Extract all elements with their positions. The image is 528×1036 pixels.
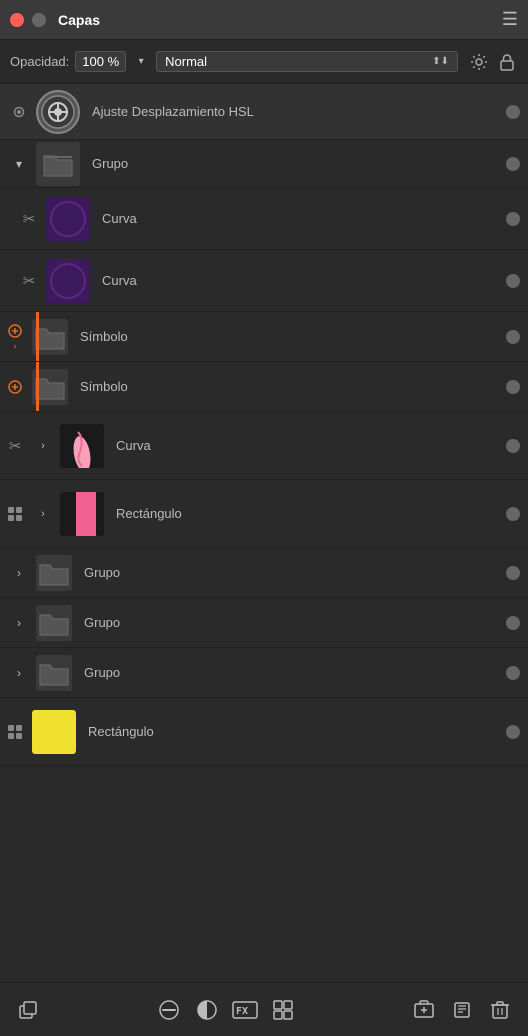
layer-dot — [506, 380, 520, 394]
expand-icon[interactable]: › — [8, 666, 30, 680]
header-left: Capas — [10, 12, 100, 28]
delete-button[interactable] — [486, 996, 514, 1024]
layer-row[interactable]: › Símbolo — [0, 312, 528, 362]
copy-layer-button[interactable] — [14, 996, 42, 1024]
opacity-dropdown-arrow[interactable]: ▾ — [132, 53, 150, 71]
scissors-icon: ✂ — [4, 437, 26, 455]
new-layer-button[interactable] — [155, 996, 183, 1024]
layer-name: Rectángulo — [82, 724, 500, 739]
panel-title: Capas — [58, 12, 100, 28]
toolbar-right — [410, 996, 514, 1024]
lock-icon[interactable] — [496, 51, 518, 73]
blend-mode-selector[interactable]: Normal ⬆⬇ — [156, 51, 458, 72]
layer-thumbnail — [36, 605, 72, 641]
layer-thumbnail — [46, 197, 90, 241]
grid-icon — [4, 506, 26, 522]
expand-icon[interactable]: › — [32, 508, 54, 520]
bottom-toolbar: FX — [0, 982, 528, 1036]
layer-name: Grupo — [86, 156, 500, 171]
opacity-label: Opacidad: — [10, 54, 69, 69]
toolbar-center: FX — [155, 996, 297, 1024]
layer-thumbnail — [36, 142, 80, 186]
opacity-value[interactable]: 100 % — [75, 51, 126, 72]
layer-thumbnail — [46, 259, 90, 303]
layer-row[interactable]: › Grupo — [0, 598, 528, 648]
layer-thumbnail — [60, 424, 104, 468]
fx-button[interactable]: FX — [231, 996, 259, 1024]
layers-list: Ajuste Desplazamiento HSL ▾ Grupo ✂ Curv… — [0, 84, 528, 982]
layer-name: Grupo — [78, 615, 500, 630]
layer-dot — [506, 330, 520, 344]
orange-accent — [36, 362, 39, 411]
visibility-icon[interactable] — [8, 103, 30, 121]
layer-dot — [506, 566, 520, 580]
toolbar-left — [14, 996, 42, 1024]
layer-row[interactable]: Rectángulo — [0, 698, 528, 766]
expand-icon[interactable]: › — [32, 440, 54, 452]
layer-dot — [506, 105, 520, 119]
opacity-bar: Opacidad: 100 % ▾ Normal ⬆⬇ — [0, 40, 528, 84]
layer-thumbnail — [36, 555, 72, 591]
layer-thumbnail — [60, 492, 104, 536]
layer-name: Ajuste Desplazamiento HSL — [86, 104, 500, 119]
layer-dot — [506, 274, 520, 288]
layer-row[interactable]: › Rectángulo — [0, 480, 528, 548]
layer-row[interactable]: ✂ › Curva — [0, 412, 528, 480]
settings-icon[interactable] — [468, 51, 490, 73]
layer-dot — [506, 725, 520, 739]
blend-mode-text: Normal — [165, 54, 428, 69]
layer-thumbnail — [36, 655, 72, 691]
expand-icon[interactable]: ▾ — [8, 157, 30, 171]
expand-icon[interactable]: › — [8, 566, 30, 580]
menu-icon[interactable]: ☰ — [502, 9, 518, 30]
panel-header: Capas ☰ — [0, 0, 528, 40]
mask-button[interactable] — [193, 996, 221, 1024]
layer-dot — [506, 616, 520, 630]
opacity-icons — [468, 51, 518, 73]
symbol-icon — [4, 378, 26, 396]
svg-text:FX: FX — [236, 1006, 248, 1017]
layer-row[interactable]: ✂ Curva — [0, 188, 528, 250]
blend-mode-arrows: ⬆⬇ — [432, 56, 449, 67]
expand-icon[interactable]: › — [8, 616, 30, 630]
layer-dot — [506, 157, 520, 171]
scissors-icon: ✂ — [18, 210, 40, 228]
layer-name: Curva — [96, 211, 500, 226]
layer-name: Grupo — [78, 565, 500, 580]
layer-name: Curva — [96, 273, 500, 288]
grid-icon — [4, 724, 26, 740]
layer-row[interactable]: ▾ Grupo — [0, 140, 528, 188]
layer-thumbnail — [36, 90, 80, 134]
layer-dot — [506, 439, 520, 453]
layer-row[interactable]: Símbolo — [0, 362, 528, 412]
grid-button[interactable] — [269, 996, 297, 1024]
layer-row[interactable]: ✂ Curva — [0, 250, 528, 312]
layer-name: Grupo — [78, 665, 500, 680]
layer-name: Rectángulo — [110, 506, 500, 521]
duplicate-button[interactable] — [448, 996, 476, 1024]
layer-row[interactable]: › Grupo — [0, 548, 528, 598]
layer-dot — [506, 666, 520, 680]
layer-row[interactable]: › Grupo — [0, 648, 528, 698]
layer-thumbnail — [32, 710, 76, 754]
layer-dot — [506, 507, 520, 521]
scissors-icon: ✂ — [18, 272, 40, 290]
add-layer-button[interactable] — [410, 996, 438, 1024]
symbol-icon: › — [4, 322, 26, 351]
layer-dot — [506, 212, 520, 226]
layer-name: Símbolo — [74, 379, 500, 394]
layer-row[interactable]: Ajuste Desplazamiento HSL — [0, 84, 528, 140]
orange-accent — [36, 312, 39, 361]
layer-name: Curva — [110, 438, 500, 453]
layer-name: Símbolo — [74, 329, 500, 344]
minimize-button[interactable] — [32, 13, 46, 27]
close-button[interactable] — [10, 13, 24, 27]
